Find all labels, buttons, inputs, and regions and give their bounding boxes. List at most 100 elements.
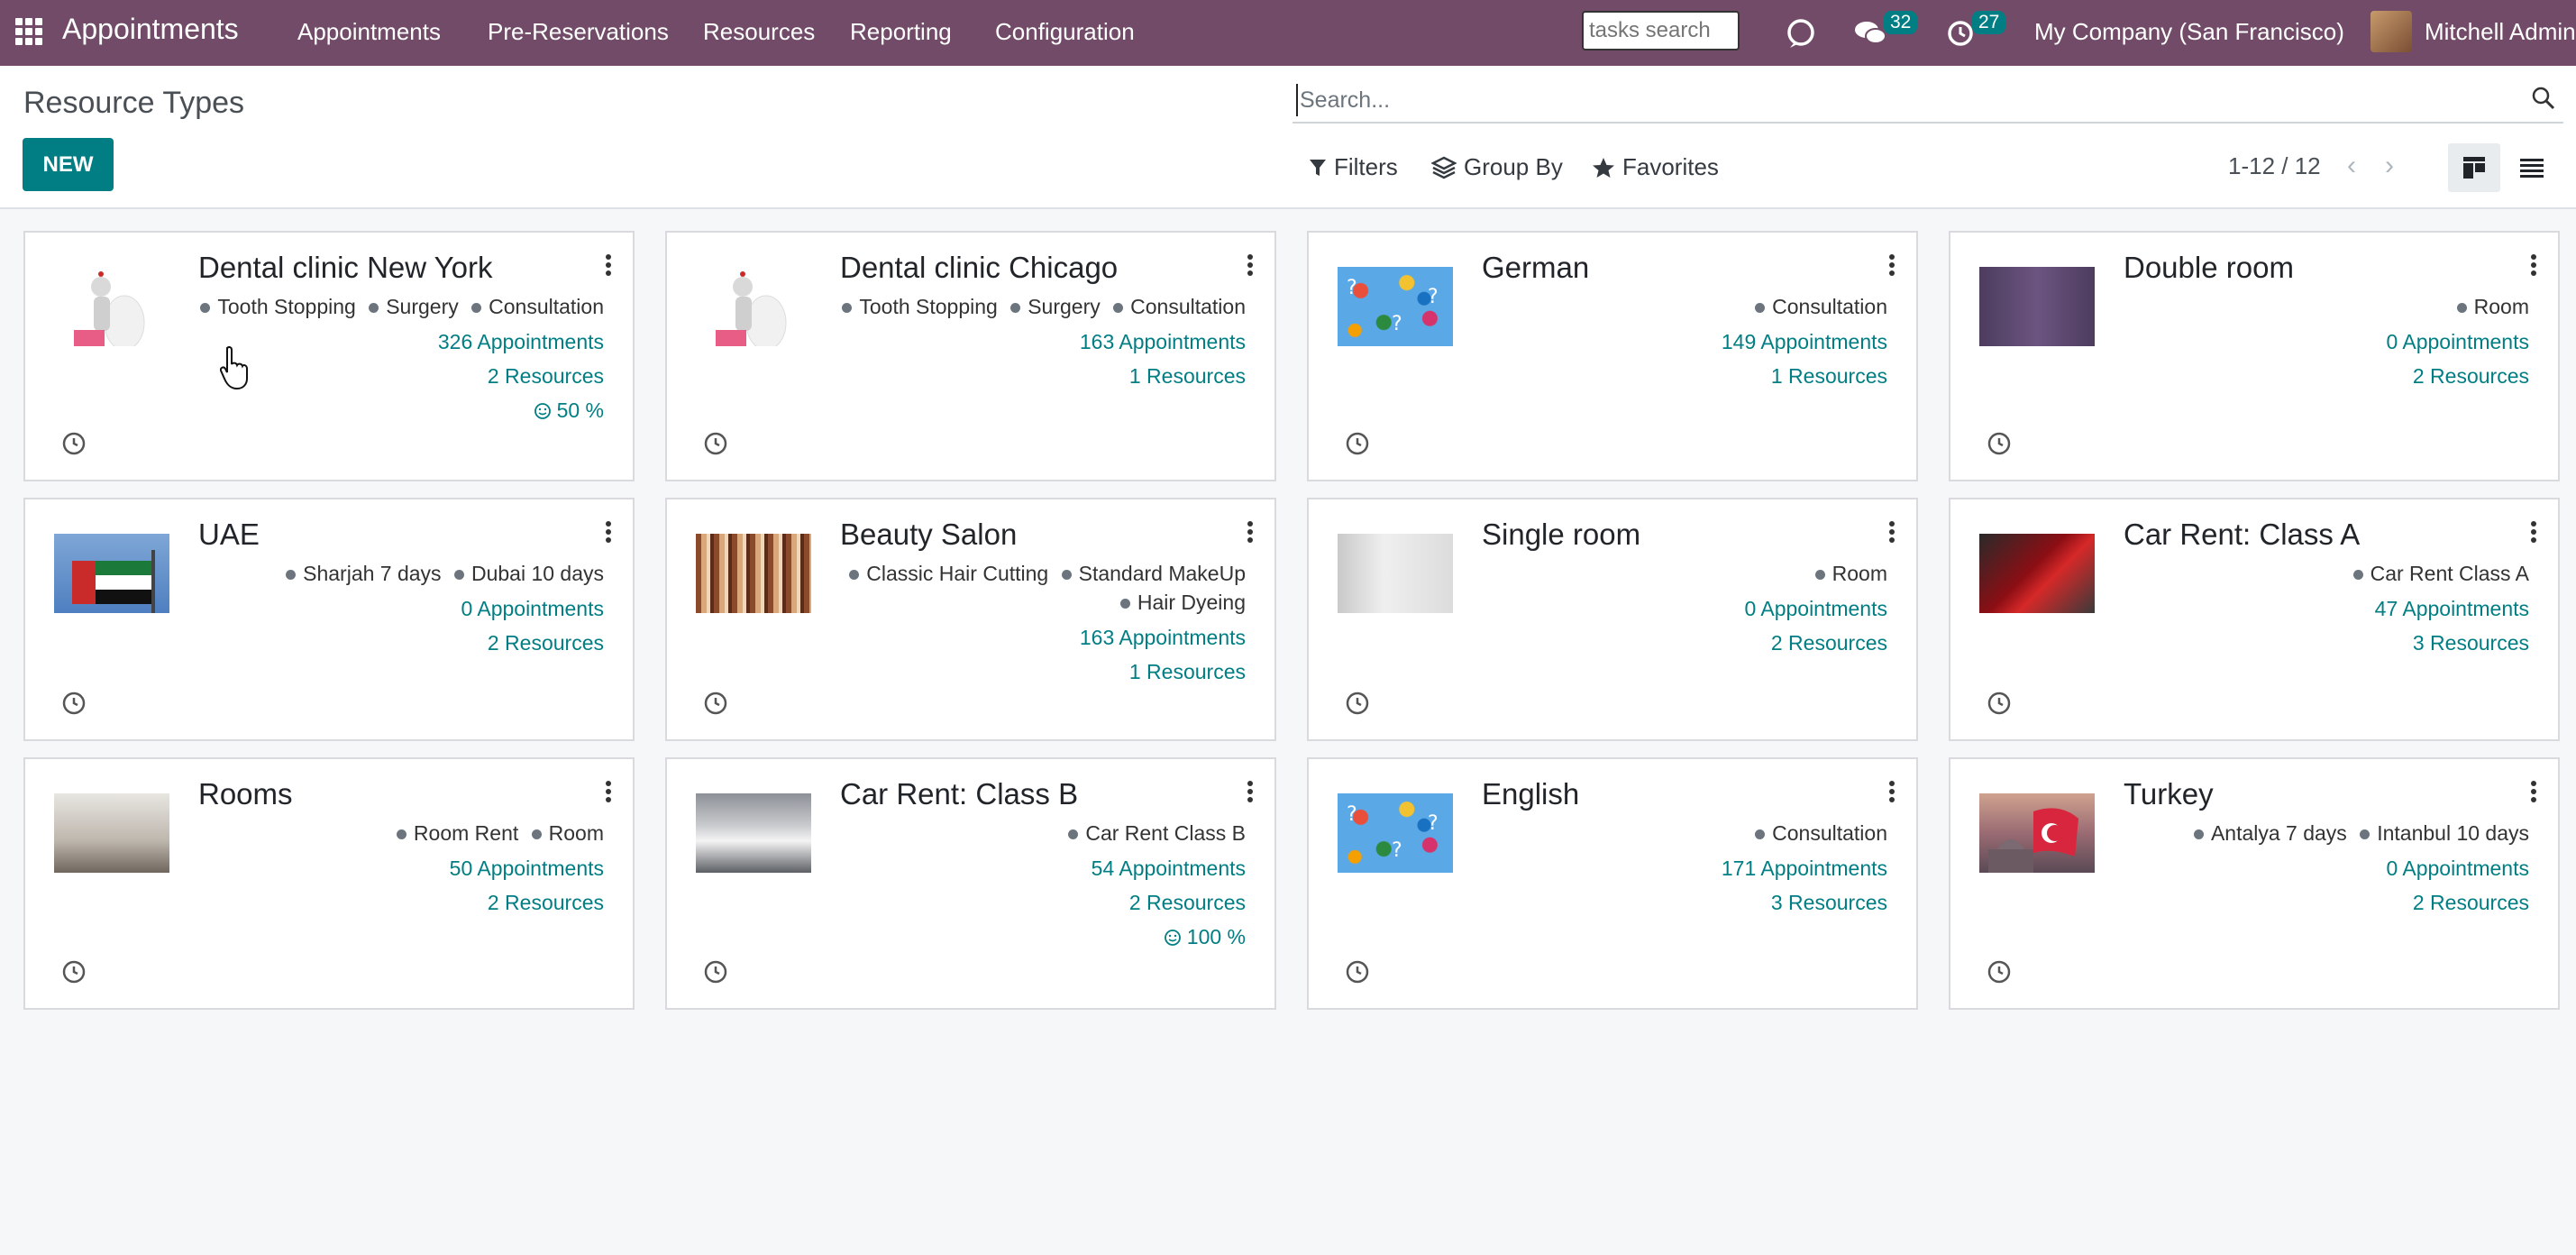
- tag: Room Rent: [396, 821, 518, 845]
- card-title[interactable]: German: [1482, 251, 1589, 285]
- card-dropdown-icon[interactable]: [1889, 781, 1895, 805]
- resources-count-link[interactable]: 1 Resources: [1473, 359, 1887, 393]
- pager-next-icon[interactable]: ›: [2385, 151, 2394, 181]
- control-panel: Resource Types NEW Filters Group By Favo…: [0, 66, 2576, 209]
- company-switcher[interactable]: My Company (San Francisco): [2034, 18, 2344, 46]
- card-dropdown-icon[interactable]: [1247, 781, 1253, 805]
- card-title[interactable]: Car Rent: Class B: [840, 777, 1078, 811]
- menu-resources[interactable]: Resources: [703, 18, 815, 46]
- group-by-button[interactable]: Group By: [1431, 153, 1563, 181]
- appointments-count-link[interactable]: 163 Appointments: [831, 620, 1246, 655]
- kanban-view-button[interactable]: [2448, 143, 2500, 192]
- card-dropdown-icon[interactable]: [606, 521, 611, 545]
- activity-clock-icon[interactable]: [1345, 959, 1370, 985]
- resource-type-card[interactable]: Car Rent: Class B Car Rent Class B 54 App…: [665, 757, 1276, 1010]
- card-title[interactable]: Double room: [2124, 251, 2294, 285]
- appointments-count-link[interactable]: 0 Appointments: [2115, 851, 2529, 885]
- resource-type-card[interactable]: Car Rent: Class A Car Rent Class A 47 App…: [1949, 498, 2560, 741]
- resource-type-card[interactable]: Double room Room 0 Appointments 2 Resource…: [1949, 231, 2560, 481]
- card-title[interactable]: Dental clinic New York: [198, 251, 493, 285]
- tag: Antalya 7 days: [2193, 821, 2347, 845]
- card-title[interactable]: Dental clinic Chicago: [840, 251, 1118, 285]
- card-dropdown-icon[interactable]: [606, 254, 611, 279]
- card-info: Tooth Stopping Surgery Consultation 326 …: [189, 292, 604, 427]
- user-menu[interactable]: Mitchell Admin: [2425, 18, 2576, 46]
- appointments-count-link[interactable]: 0 Appointments: [189, 591, 604, 626]
- search-input[interactable]: [1296, 84, 2509, 116]
- card-title[interactable]: Rooms: [198, 777, 293, 811]
- appointments-count-link[interactable]: 149 Appointments: [1473, 325, 1887, 359]
- activity-clock-icon[interactable]: [703, 431, 728, 456]
- discuss-icon[interactable]: [1785, 14, 1817, 50]
- resource-type-card[interactable]: UAE Sharjah 7 days Dubai 10 days 0 Appoin…: [23, 498, 635, 741]
- list-view-button[interactable]: [2506, 143, 2558, 192]
- menu-reporting[interactable]: Reporting: [850, 18, 952, 46]
- card-title[interactable]: UAE: [198, 518, 260, 552]
- activity-clock-icon[interactable]: [703, 959, 728, 985]
- card-dropdown-icon[interactable]: [1247, 254, 1253, 279]
- menu-appointments[interactable]: Appointments: [297, 18, 441, 46]
- resource-type-card[interactable]: ??? German Consultation 149 Appointments 1 …: [1307, 231, 1918, 481]
- appointments-count-link[interactable]: 0 Appointments: [2115, 325, 2529, 359]
- resources-count-link[interactable]: 2 Resources: [1473, 626, 1887, 660]
- resource-type-card[interactable]: Beauty Salon Classic Hair Cutting Standar…: [665, 498, 1276, 741]
- resources-count-link[interactable]: 2 Resources: [2115, 885, 2529, 920]
- activity-clock-icon[interactable]: [61, 959, 87, 985]
- card-title[interactable]: Beauty Salon: [840, 518, 1017, 552]
- activity-clock-icon[interactable]: [1345, 691, 1370, 716]
- filters-button[interactable]: Filters: [1309, 153, 1398, 181]
- resources-count-link[interactable]: 2 Resources: [831, 885, 1246, 920]
- resource-type-card[interactable]: Dental clinic New York Tooth Stopping Sur…: [23, 231, 635, 481]
- appointments-count-link[interactable]: 326 Appointments: [189, 325, 604, 359]
- card-dropdown-icon[interactable]: [1889, 254, 1895, 279]
- card-dropdown-icon[interactable]: [1889, 521, 1895, 545]
- menu-pre-reservations[interactable]: Pre-Reservations: [488, 18, 669, 46]
- resources-count-link[interactable]: 2 Resources: [189, 359, 604, 393]
- resource-type-card[interactable]: ??? English Consultation 171 Appointments 3…: [1307, 757, 1918, 1010]
- menu-configuration[interactable]: Configuration: [995, 18, 1135, 46]
- activity-clock-icon[interactable]: [61, 691, 87, 716]
- pager-previous-icon[interactable]: ‹: [2347, 151, 2356, 181]
- card-dropdown-icon[interactable]: [2531, 521, 2536, 545]
- resources-count-link[interactable]: 1 Resources: [831, 359, 1246, 393]
- pager-value[interactable]: 1-12 / 12: [2228, 152, 2321, 180]
- resource-type-card[interactable]: Single room Room 0 Appointments 2 Resource…: [1307, 498, 1918, 741]
- appointments-count-link[interactable]: 50 Appointments: [189, 851, 604, 885]
- resources-count-link[interactable]: 2 Resources: [189, 626, 604, 660]
- activity-clock-icon[interactable]: [1987, 431, 2012, 456]
- apps-grid-icon[interactable]: [15, 18, 42, 45]
- activity-clock-icon[interactable]: [61, 431, 87, 456]
- resources-count-link[interactable]: 3 Resources: [1473, 885, 1887, 920]
- resources-count-link[interactable]: 3 Resources: [2115, 626, 2529, 660]
- resources-count-link[interactable]: 2 Resources: [189, 885, 604, 920]
- card-dropdown-icon[interactable]: [2531, 254, 2536, 279]
- appointments-count-link[interactable]: 163 Appointments: [831, 325, 1246, 359]
- activity-clock-icon[interactable]: [1987, 959, 2012, 985]
- search-icon[interactable]: [2531, 86, 2556, 111]
- tasks-search-input[interactable]: [1582, 11, 1740, 50]
- card-title[interactable]: English: [1482, 777, 1579, 811]
- favorites-button[interactable]: Favorites: [1592, 153, 1719, 181]
- resource-type-card[interactable]: Dental clinic Chicago Tooth Stopping Surg…: [665, 231, 1276, 481]
- activity-clock-icon[interactable]: [1987, 691, 2012, 716]
- card-title[interactable]: Turkey: [2124, 777, 2214, 811]
- card-title[interactable]: Car Rent: Class A: [2124, 518, 2360, 552]
- messages-icon[interactable]: [1853, 14, 1887, 50]
- appointments-count-link[interactable]: 0 Appointments: [1473, 591, 1887, 626]
- resource-type-card[interactable]: Turkey Antalya 7 days Intanbul 10 days 0 …: [1949, 757, 2560, 1010]
- appointments-count-link[interactable]: 54 Appointments: [831, 851, 1246, 885]
- appointments-count-link[interactable]: 47 Appointments: [2115, 591, 2529, 626]
- card-dropdown-icon[interactable]: [606, 781, 611, 805]
- card-title[interactable]: Single room: [1482, 518, 1640, 552]
- card-dropdown-icon[interactable]: [2531, 781, 2536, 805]
- new-button[interactable]: NEW: [23, 138, 114, 191]
- resource-type-card[interactable]: Rooms Room Rent Room 50 Appointments 2 Res…: [23, 757, 635, 1010]
- app-brand[interactable]: Appointments: [62, 13, 239, 46]
- user-avatar[interactable]: [2370, 11, 2412, 52]
- resources-count-link[interactable]: 2 Resources: [2115, 359, 2529, 393]
- resources-count-link[interactable]: 1 Resources: [831, 655, 1246, 689]
- activity-clock-icon[interactable]: [703, 691, 728, 716]
- activity-clock-icon[interactable]: [1345, 431, 1370, 456]
- appointments-count-link[interactable]: 171 Appointments: [1473, 851, 1887, 885]
- card-dropdown-icon[interactable]: [1247, 521, 1253, 545]
